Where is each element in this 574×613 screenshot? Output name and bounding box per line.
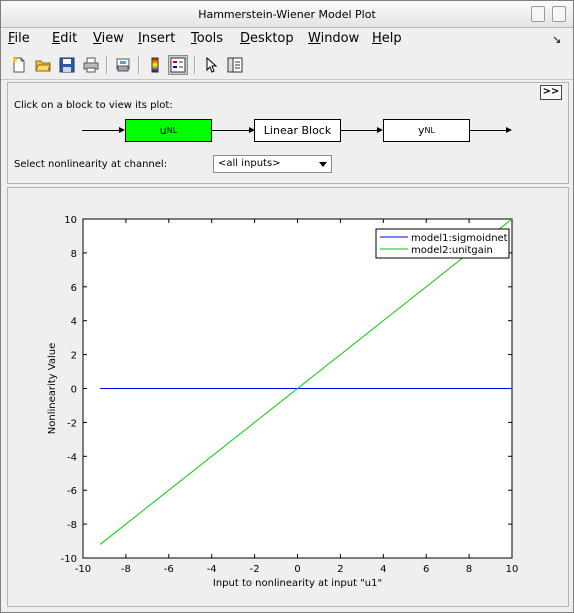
y-tick-label: -6	[67, 486, 77, 497]
linear-block-label: Linear Block	[263, 124, 332, 137]
y-tick-label: 4	[71, 317, 77, 328]
property-editor-icon[interactable]	[225, 55, 245, 75]
y-tick-label: -10	[61, 554, 77, 565]
menu-tools[interactable]: Tools	[191, 31, 223, 46]
menu-file[interactable]: File	[8, 31, 30, 46]
y-axis-label: Nonlinearity Value	[47, 343, 58, 434]
save-icon[interactable]	[57, 55, 77, 75]
legend-icon[interactable]	[168, 55, 188, 75]
print-preview-icon[interactable]	[113, 55, 133, 75]
title-bar[interactable]: Hammerstein-Wiener Model Plot	[1, 1, 573, 28]
y-tick-label: -8	[67, 520, 77, 531]
legend-entry: model2:unitgain	[411, 245, 493, 256]
dock-arrow-icon[interactable]: ↘	[552, 33, 561, 46]
y-tick-label: 10	[64, 215, 77, 226]
y-tick-label: -2	[67, 418, 77, 429]
x-tick-label: -8	[121, 564, 131, 575]
input-arrow-line	[82, 130, 120, 131]
x-tick-label: 4	[380, 564, 386, 575]
x-tick-label: -4	[207, 564, 217, 575]
input-block-subscript: NL	[166, 126, 178, 135]
x-tick-label: 8	[466, 564, 472, 575]
expand-button[interactable]: >>	[540, 85, 562, 100]
y-tick-label: 2	[71, 351, 77, 362]
linear-block[interactable]: Linear Block	[254, 119, 341, 142]
x-tick-label: 6	[423, 564, 429, 575]
chevron-down-icon[interactable]	[319, 162, 327, 167]
y-tick-label: 6	[71, 283, 77, 294]
new-file-icon[interactable]	[9, 55, 29, 75]
menu-help[interactable]: Help	[372, 31, 402, 46]
window-title: Hammerstein-Wiener Model Plot	[198, 8, 376, 21]
nonlinearity-chart[interactable]: -10 -8 -6 -4 -2 0 2 4 6 8 10 -10 -8 -6 -4 -2 0 2 4 6 8 10 Inpu…	[8, 188, 566, 604]
minimize-button[interactable]	[531, 6, 545, 22]
menu-window[interactable]: Window	[308, 31, 359, 46]
select-label: Select nonlinearity at channel:	[14, 159, 168, 170]
input-block-label: u	[159, 124, 167, 137]
x-axis-label: Input to nonlinearity at input "u1"	[213, 578, 382, 589]
input-nonlinearity-block[interactable]: u NL	[125, 119, 212, 142]
colorbar-icon[interactable]	[145, 55, 165, 75]
arrow-head-icon	[506, 127, 512, 133]
plot-panel: -10 -8 -6 -4 -2 0 2 4 6 8 10 -10 -8 -6 -4 -2 0 2 4 6 8 10 Inpu…	[7, 187, 569, 607]
x-tick-label: -6	[164, 564, 174, 575]
x-tick-label: 10	[506, 564, 519, 575]
toolbar-separator	[138, 56, 140, 74]
menu-desktop[interactable]: Desktop	[240, 31, 294, 46]
output-block-subscript: NL	[424, 126, 435, 135]
print-icon[interactable]	[81, 55, 101, 75]
channel-select-value: <all inputs>	[218, 158, 281, 169]
x-tick-label: -10	[75, 564, 91, 575]
menu-view[interactable]: View	[93, 31, 124, 46]
output-nonlinearity-block[interactable]: y NL	[383, 119, 470, 142]
output-link-line	[340, 130, 378, 131]
channel-select[interactable]: <all inputs>	[213, 155, 332, 173]
x-tick-label: -2	[250, 564, 260, 575]
toolbar-separator	[194, 56, 196, 74]
menu-insert[interactable]: Insert	[138, 31, 175, 46]
middle-arrow-line	[211, 130, 250, 131]
legend-entry: model1:sigmoidnet	[411, 233, 508, 244]
menu-edit[interactable]: Edit	[52, 31, 77, 46]
x-tick-label: 2	[337, 564, 343, 575]
block-diagram-panel: >> Click on a block to view its plot: uN…	[7, 82, 569, 184]
pointer-icon[interactable]	[201, 55, 221, 75]
open-folder-icon[interactable]	[33, 55, 53, 75]
y-tick-label: 8	[71, 249, 77, 260]
figure-window: Hammerstein-Wiener Model Plot File Edit …	[0, 0, 574, 613]
close-button[interactable]	[552, 6, 566, 22]
menu-bar: File Edit View Insert Tools Desktop Wind…	[1, 28, 573, 50]
toolbar-separator	[106, 56, 108, 74]
final-arrow-line	[469, 130, 507, 131]
y-tick-label: -4	[67, 452, 77, 463]
instruction-text: Click on a block to view its plot:	[14, 100, 173, 111]
x-tick-label: 0	[294, 564, 300, 575]
y-tick-label: 0	[71, 385, 77, 396]
toolbar	[1, 51, 573, 80]
